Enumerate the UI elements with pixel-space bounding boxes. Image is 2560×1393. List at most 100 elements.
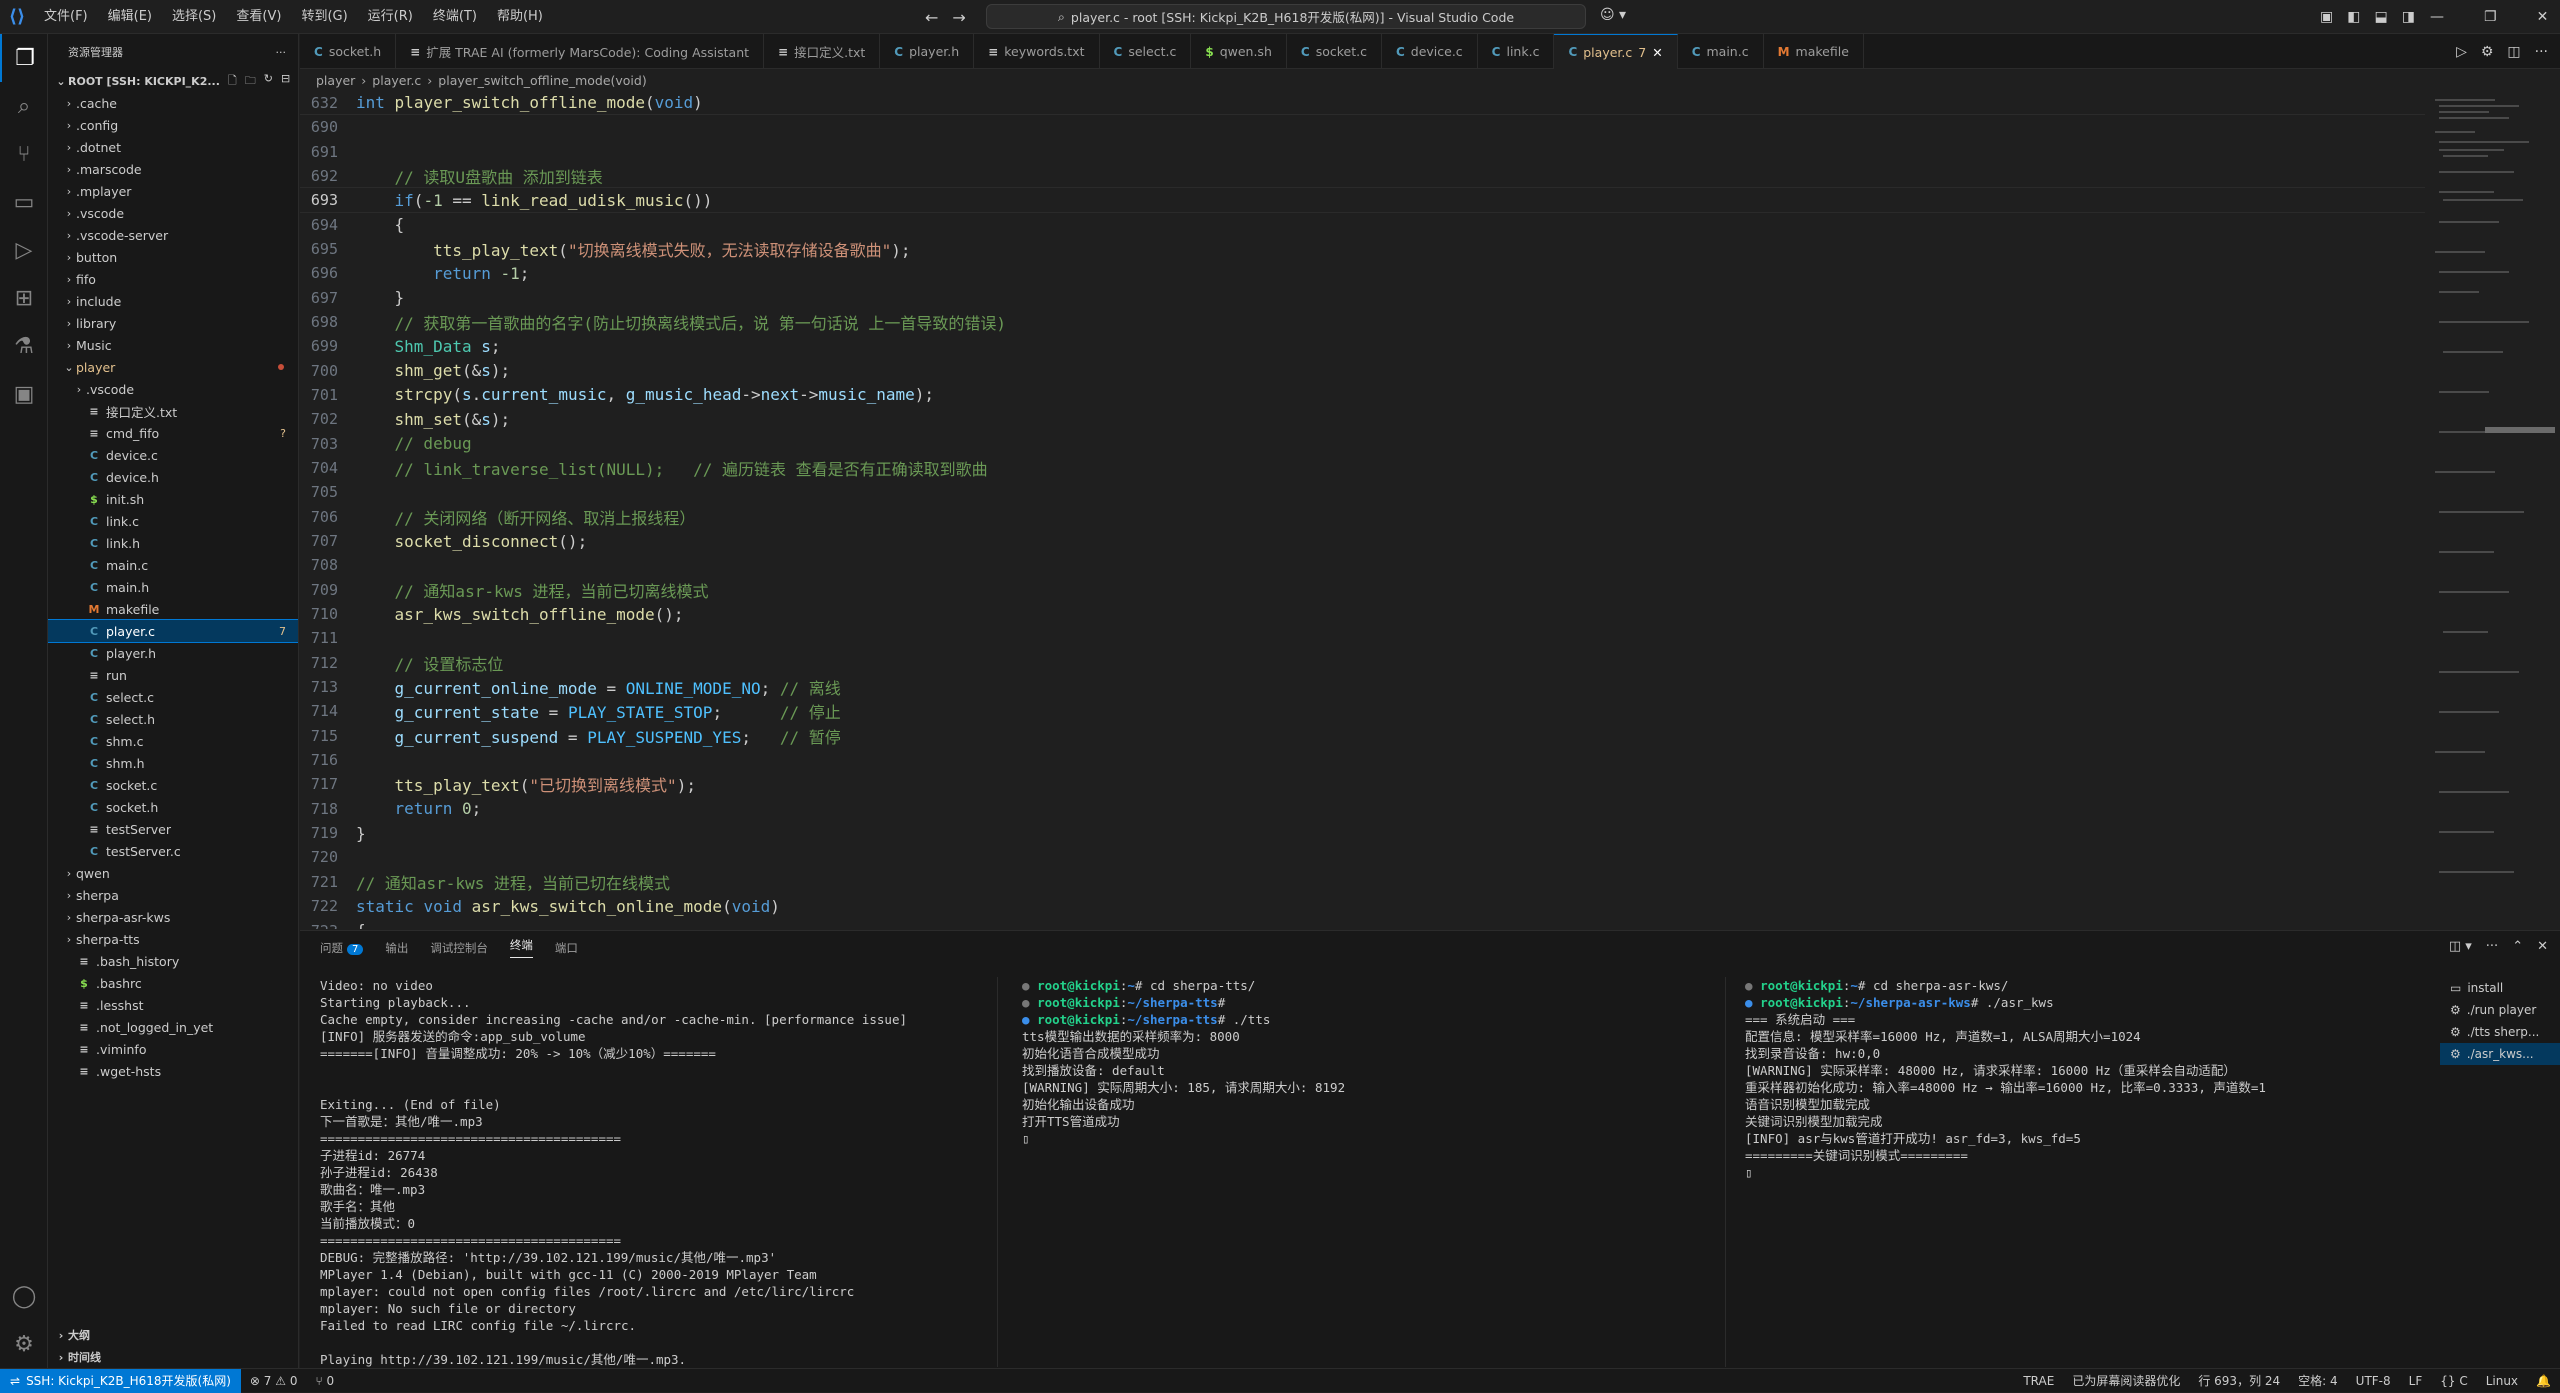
toggle-secondary-sidebar-icon[interactable]: ◨ xyxy=(2402,9,2415,25)
code-line-row[interactable]: 691 xyxy=(300,139,2520,163)
tree-item[interactable]: › .vscode xyxy=(48,378,298,400)
tree-item[interactable]: › Music xyxy=(48,334,298,356)
code-line-row[interactable]: 694 { xyxy=(300,212,2520,236)
terminal-list-item[interactable]: ▭ install xyxy=(2440,977,2560,999)
tree-item[interactable]: › .vscode xyxy=(48,202,298,224)
copilot-icon[interactable]: ☺ ▾ xyxy=(1600,7,1626,23)
tree-item[interactable]: › .vscode-server xyxy=(48,224,298,246)
code-line-row[interactable]: 705 xyxy=(300,480,2520,504)
forward-arrow-icon[interactable]: → xyxy=(952,8,965,27)
screen-reader-status[interactable]: 已为屏幕阅读器优化 xyxy=(2063,1372,2189,1389)
command-center-search[interactable]: ⌕ player.c - root [SSH: Kickpi_K2B_H618开… xyxy=(986,4,1586,29)
code-line-row[interactable]: 717 tts_play_text("已切换到离线模式"); xyxy=(300,772,2520,796)
tree-item[interactable]: › .cache xyxy=(48,92,298,114)
code-line-row[interactable]: 706 // 关闭网络（断开网络、取消上报线程） xyxy=(300,505,2520,529)
collapse-all-icon[interactable]: ⊟ xyxy=(281,72,290,91)
tree-item[interactable]: $ .bashrc xyxy=(48,972,298,994)
settings-gear-icon[interactable]: ⚙ xyxy=(2481,44,2494,60)
editor-tab[interactable]: Csocket.h xyxy=(300,34,397,69)
menu-item[interactable]: 选择(S) xyxy=(162,0,226,34)
code-line-row[interactable]: 697 } xyxy=(300,285,2520,309)
more-actions-icon[interactable]: ··· xyxy=(2535,44,2548,60)
editor-tab[interactable]: Cplayer.h xyxy=(880,34,975,69)
manage-gear-icon[interactable]: ⚙ xyxy=(0,1320,48,1368)
customize-layout-icon[interactable]: ▣ xyxy=(2320,9,2333,25)
code-line-row[interactable]: 700 shm_get(&s); xyxy=(300,358,2520,382)
more-actions-icon[interactable]: ··· xyxy=(2486,939,2498,954)
tree-item[interactable]: › .dotnet xyxy=(48,136,298,158)
panel-tab[interactable]: 端口 xyxy=(555,940,578,956)
outline-section[interactable]: › 大纲 xyxy=(48,1324,298,1346)
indentation[interactable]: 空格: 4 xyxy=(2289,1372,2347,1389)
code-line-row[interactable]: 721 // 通知asr-kws 进程，当前已切在线模式 xyxy=(300,870,2520,894)
trae-icon[interactable]: ▣ xyxy=(0,370,48,418)
tree-item[interactable]: Cplayer.c 7 xyxy=(48,619,298,643)
source-control-icon[interactable]: ⑂ xyxy=(0,130,48,178)
tree-item[interactable]: Clink.h xyxy=(48,532,298,554)
tree-item[interactable]: ≡ cmd_fifo? xyxy=(48,422,298,444)
tree-item[interactable]: ≡ testServer xyxy=(48,818,298,840)
panel-tab[interactable]: 调试控制台 xyxy=(430,940,488,956)
tree-item[interactable]: CtestServer.c xyxy=(48,840,298,862)
code-line-row[interactable]: 710 asr_kws_switch_offline_mode(); xyxy=(300,602,2520,626)
code-line-row[interactable]: 696 return -1; xyxy=(300,261,2520,285)
terminal-pane-1[interactable]: Video: no video Starting playback... Cache… xyxy=(320,977,1000,1367)
code-line-row[interactable]: 709 // 通知asr-kws 进程，当前已切离线模式 xyxy=(300,578,2520,602)
maximize-panel-icon[interactable]: ⌃ xyxy=(2512,939,2523,954)
menu-item[interactable]: 转到(G) xyxy=(291,0,357,34)
panel-tab[interactable]: 问题 7 xyxy=(320,940,364,956)
tree-item[interactable]: Cmain.c xyxy=(48,554,298,576)
tree-item[interactable]: ≡ .bash_history xyxy=(48,950,298,972)
tree-item[interactable]: › sherpa-tts xyxy=(48,928,298,950)
code-line-row[interactable]: 723{ xyxy=(300,918,2520,929)
code-line-row[interactable]: 701 strcpy(s.current_music, g_music_head… xyxy=(300,383,2520,407)
editor-tab[interactable]: ≡ 扩展 TRAE AI (formerly MarsCode): Coding … xyxy=(396,34,765,69)
workspace-root[interactable]: ⌄ ROOT [SSH: KICKPI_K2... 🗋 🗀 ↻ ⊟ xyxy=(48,70,298,92)
tree-item[interactable]: Cmain.h xyxy=(48,576,298,598)
menu-item[interactable]: 编辑(E) xyxy=(98,0,162,34)
terminal-pane-3[interactable]: ● root@kickpi:~# cd sherpa-asr-kws/● roo… xyxy=(1745,977,2435,1367)
editor-tab[interactable]: Mmakefile xyxy=(1764,34,1864,69)
terminal-layout-icon[interactable]: ◫ ▾ xyxy=(2449,939,2472,954)
terminal-list-item[interactable]: ⚙ ./tts sherp... xyxy=(2440,1021,2560,1043)
code-line-row[interactable]: 703 // debug xyxy=(300,431,2520,455)
tree-item[interactable]: $ init.sh xyxy=(48,488,298,510)
panel-tab[interactable]: 输出 xyxy=(385,940,408,956)
tree-item[interactable]: Cselect.c xyxy=(48,686,298,708)
editor-tab[interactable]: Csocket.c xyxy=(1287,34,1382,69)
tree-item[interactable]: Csocket.c xyxy=(48,774,298,796)
tree-item[interactable]: › library xyxy=(48,312,298,334)
os-status[interactable]: Linux xyxy=(2477,1374,2527,1388)
code-line-row[interactable]: 704 // link_traverse_list(NULL); // 遍历链表… xyxy=(300,456,2520,480)
problems-status[interactable]: ⊗ 7 ⚠ 0 xyxy=(241,1374,307,1388)
tree-item[interactable]: › include xyxy=(48,290,298,312)
code-line-row[interactable]: 708 xyxy=(300,553,2520,577)
encoding[interactable]: UTF-8 xyxy=(2347,1374,2400,1388)
terminal-pane-2[interactable]: ● root@kickpi:~# cd sherpa-tts/● root@ki… xyxy=(1022,977,1712,1367)
sticky-scroll-line[interactable]: 632 int player_switch_offline_mode(void) xyxy=(300,91,2520,115)
tree-item[interactable]: ≡ .lesshst xyxy=(48,994,298,1016)
code-line-row[interactable]: 718 return 0; xyxy=(300,797,2520,821)
menu-item[interactable]: 文件(F) xyxy=(34,0,98,34)
code-line-row[interactable]: 698 // 获取第一首歌曲的名字(防止切换离线模式后，说 第一句话说 上一首导… xyxy=(300,310,2520,334)
tree-item[interactable]: Cdevice.c xyxy=(48,444,298,466)
restore-icon[interactable]: ❐ xyxy=(2484,9,2497,25)
terminal-divider[interactable] xyxy=(1725,977,1726,1367)
tree-item[interactable]: Cshm.c xyxy=(48,730,298,752)
tree-item[interactable]: ⌄ player xyxy=(48,356,298,378)
editor-tab[interactable]: $ qwen.sh xyxy=(1191,34,1287,69)
menu-item[interactable]: 帮助(H) xyxy=(487,0,553,34)
minimize-icon[interactable]: — xyxy=(2430,9,2444,25)
accounts-icon[interactable]: ◯ xyxy=(0,1272,48,1320)
code-editor[interactable]: 632 int player_switch_offline_mode(void) 6… xyxy=(300,91,2520,929)
tree-item[interactable]: ≡ run xyxy=(48,664,298,686)
toggle-panel-icon[interactable]: ⬓ xyxy=(2374,9,2387,25)
run-icon[interactable]: ▷ xyxy=(2456,44,2467,60)
terminal-divider[interactable] xyxy=(997,977,998,1367)
close-panel-icon[interactable]: ✕ xyxy=(2537,939,2548,954)
tree-item[interactable]: Cdevice.h xyxy=(48,466,298,488)
tree-item[interactable]: Cshm.h xyxy=(48,752,298,774)
more-actions-icon[interactable]: ··· xyxy=(276,46,287,59)
search-view-icon[interactable]: ⌕ xyxy=(0,82,48,130)
editor-tab[interactable]: Cdevice.c xyxy=(1382,34,1478,69)
